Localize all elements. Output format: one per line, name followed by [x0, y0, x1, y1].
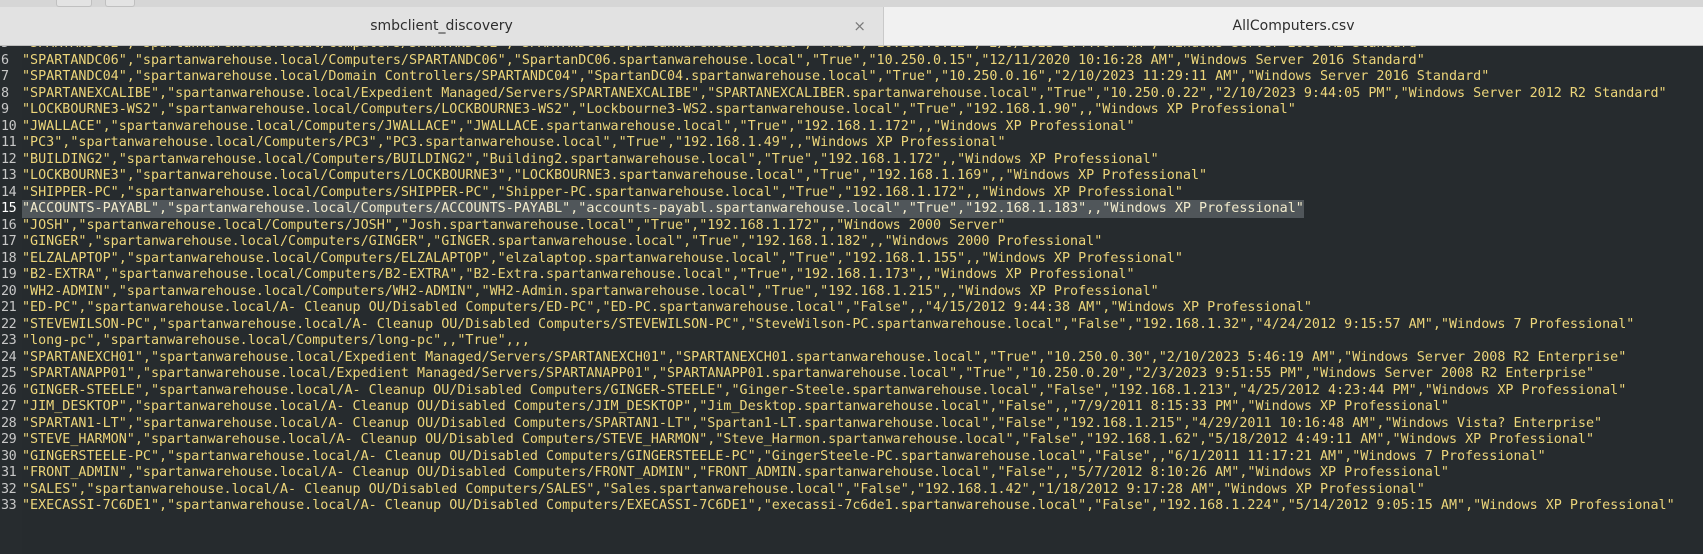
line-number: 33 [1, 498, 17, 513]
line-number: 10 [1, 118, 17, 134]
editor-line[interactable]: 20 "WH2-ADMIN","spartanwarehouse.local/Co… [0, 283, 1703, 301]
line-text[interactable]: "SPARTAN1-LT","spartanwarehouse.local/A-… [22, 415, 1602, 433]
line-text[interactable]: "GINGERSTEELE-PC","spartanwarehouse.loca… [22, 448, 1546, 466]
editor-line[interactable]: 7 "SPARTANDC04","spartanwarehouse.local/D… [0, 68, 1703, 86]
editor-line[interactable]: 16 "JOSH","spartanwarehouse.local/Compute… [0, 217, 1703, 235]
line-number: 14 [1, 184, 17, 200]
editor-line[interactable]: 17 "GINGER","spartanwarehouse.local/Compu… [0, 233, 1703, 251]
tab-allcomputers-csv[interactable]: AllComputers.csv [884, 7, 1703, 45]
line-text[interactable]: "ELZALAPTOP","spartanwarehouse.local/Com… [22, 250, 1183, 268]
line-text[interactable]: "SHIPPER-PC","spartanwarehouse.local/Com… [22, 184, 1183, 202]
line-number: 17 [1, 234, 17, 249]
line-number: 11 [1, 135, 17, 150]
line-number: 12 [1, 151, 17, 167]
line-text[interactable]: "ACCOUNTS-PAYABL","spartanwarehouse.loca… [22, 200, 1304, 218]
editor-line[interactable]: 32 "SALES","spartanwarehouse.local/A- Cle… [0, 481, 1703, 499]
editor-line[interactable]: 6 "SPARTANDC06","spartanwarehouse.local/C… [0, 52, 1703, 70]
editor-line[interactable]: 13 "LOCKBOURNE3","spartanwarehouse.local/… [0, 167, 1703, 185]
editor-line[interactable]: 30 "GINGERSTEELE-PC","spartanwarehouse.lo… [0, 448, 1703, 466]
tab-smbclient-discovery[interactable]: smbclient_discovery × [0, 7, 884, 45]
line-text[interactable]: "STEVEWILSON-PC","spartanwarehouse.local… [22, 316, 1634, 334]
line-text[interactable]: "B2-EXTRA","spartanwarehouse.local/Compu… [22, 266, 1135, 284]
top-button-right[interactable] [105, 0, 135, 7]
line-number: 25 [1, 366, 17, 381]
line-text[interactable]: "JOSH","spartanwarehouse.local/Computers… [22, 217, 1006, 235]
line-text[interactable]: "SPARTANDC06","spartanwarehouse.local/Co… [22, 52, 1425, 70]
line-text[interactable]: "long-pc","spartanwarehouse.local/Comput… [22, 332, 530, 350]
tab-label: smbclient_discovery [370, 18, 513, 34]
line-number: 20 [1, 283, 17, 299]
editor-line[interactable]: 10 "JWALLACE","spartanwarehouse.local/Com… [0, 118, 1703, 136]
line-number: 22 [1, 316, 17, 332]
line-number: 6 [1, 52, 9, 68]
line-number: 13 [1, 168, 17, 183]
line-text[interactable]: "LOCKBOURNE3-WS2","spartanwarehouse.loca… [22, 101, 1296, 119]
line-number: 31 [1, 465, 17, 480]
editor-line[interactable]: 31 "FRONT_ADMIN","spartanwarehouse.local/… [0, 464, 1703, 482]
editor-line[interactable]: 27 "JIM_DESKTOP","spartanwarehouse.local/… [0, 398, 1703, 416]
line-number: 26 [1, 382, 17, 398]
editor-line[interactable]: 29 "STEVE_HARMON","spartanwarehouse.local… [0, 431, 1703, 449]
line-text[interactable]: "LOCKBOURNE3","spartanwarehouse.local/Co… [22, 167, 1207, 185]
line-number: 27 [1, 399, 17, 414]
line-number: 16 [1, 217, 17, 233]
editor-line[interactable]: 33 "EXECASSI-7C6DE1","spartanwarehouse.lo… [0, 497, 1703, 515]
editor-line[interactable]: 11 "PC3","spartanwarehouse.local/Computer… [0, 134, 1703, 152]
line-text[interactable]: "EXECASSI-7C6DE1","spartanwarehouse.loca… [22, 497, 1675, 515]
line-text[interactable]: "ED-PC","spartanwarehouse.local/A- Clean… [22, 299, 1312, 317]
line-number: 29 [1, 432, 17, 447]
editor-line[interactable]: 8 "SPARTANEXCALIBE","spartanwarehouse.loc… [0, 85, 1703, 103]
line-text[interactable]: "JWALLACE","spartanwarehouse.local/Compu… [22, 118, 1135, 136]
editor-line[interactable]: 23 "long-pc","spartanwarehouse.local/Comp… [0, 332, 1703, 350]
editor-line[interactable]: 19 "B2-EXTRA","spartanwarehouse.local/Com… [0, 266, 1703, 284]
line-text[interactable]: "SPARTANEXCH01","spartanwarehouse.local/… [22, 349, 1626, 367]
tab-bar: smbclient_discovery × AllComputers.csv [0, 7, 1703, 46]
line-number: 23 [1, 333, 17, 348]
line-number: 30 [1, 448, 17, 464]
line-text[interactable]: "GINGER","spartanwarehouse.local/Compute… [22, 233, 1102, 251]
line-number: 21 [1, 300, 17, 315]
editor-line[interactable]: 25 "SPARTANAPP01","spartanwarehouse.local… [0, 365, 1703, 383]
line-text[interactable]: "SPARTANDC04","spartanwarehouse.local/Do… [22, 68, 1489, 86]
editor-line[interactable]: 21 "ED-PC","spartanwarehouse.local/A- Cle… [0, 299, 1703, 317]
line-text[interactable]: "FRONT_ADMIN","spartanwarehouse.local/A-… [22, 464, 1449, 482]
top-button-left[interactable] [56, 0, 92, 7]
editor-line[interactable]: 22 "STEVEWILSON-PC","spartanwarehouse.loc… [0, 316, 1703, 334]
editor-line[interactable]: 26 "GINGER-STEELE","spartanwarehouse.loca… [0, 382, 1703, 400]
close-icon[interactable]: × [853, 17, 866, 35]
line-number: 7 [1, 69, 9, 84]
line-text[interactable]: "SALES","spartanwarehouse.local/A- Clean… [22, 481, 1425, 499]
line-number: 28 [1, 415, 17, 431]
line-number: 32 [1, 481, 17, 497]
line-number: 8 [1, 85, 9, 101]
text-editor[interactable]: 5"SPARTANDC02","spartanwarehouse.local/C… [0, 46, 1703, 554]
editor-line[interactable]: 15 "ACCOUNTS-PAYABL","spartanwarehouse.lo… [0, 200, 1703, 218]
editor-line[interactable]: 18 "ELZALAPTOP","spartanwarehouse.local/C… [0, 250, 1703, 268]
editor-line[interactable]: 28 "SPARTAN1-LT","spartanwarehouse.local/… [0, 415, 1703, 433]
line-text[interactable]: "SPARTANAPP01","spartanwarehouse.local/E… [22, 365, 1594, 383]
line-text[interactable]: "GINGER-STEELE","spartanwarehouse.local/… [22, 382, 1626, 400]
line-number: 18 [1, 250, 17, 266]
editor-line[interactable]: 24 "SPARTANEXCH01","spartanwarehouse.loca… [0, 349, 1703, 367]
line-number: 9 [1, 102, 9, 117]
line-number: 19 [1, 267, 17, 282]
line-text[interactable]: "BUILDING2","spartanwarehouse.local/Comp… [22, 151, 1159, 169]
tab-label: AllComputers.csv [1232, 18, 1355, 34]
line-number: 15 [1, 201, 17, 216]
editor-line[interactable]: 9 "LOCKBOURNE3-WS2","spartanwarehouse.loc… [0, 101, 1703, 119]
line-text[interactable]: "SPARTANEXCALIBE","spartanwarehouse.loca… [22, 85, 1667, 103]
line-text[interactable]: "PC3","spartanwarehouse.local/Computers/… [22, 134, 1006, 152]
line-number: 24 [1, 349, 17, 365]
editor-line[interactable]: 14 "SHIPPER-PC","spartanwarehouse.local/C… [0, 184, 1703, 202]
line-text[interactable]: "WH2-ADMIN","spartanwarehouse.local/Comp… [22, 283, 1159, 301]
editor-line[interactable]: 12 "BUILDING2","spartanwarehouse.local/Co… [0, 151, 1703, 169]
line-text[interactable]: "STEVE_HARMON","spartanwarehouse.local/A… [22, 431, 1594, 449]
line-text[interactable]: "JIM_DESKTOP","spartanwarehouse.local/A-… [22, 398, 1449, 416]
